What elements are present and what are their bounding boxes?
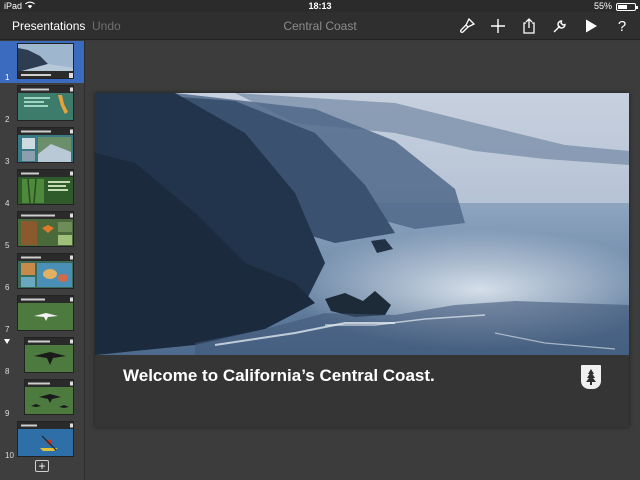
slide-thumbnail-2[interactable]: 2 [0, 83, 84, 125]
slide-thumbnail-9[interactable]: 9 [0, 377, 84, 419]
thumbnail-image [24, 337, 74, 373]
slide-thumbnail-8[interactable]: 8 [0, 335, 84, 377]
coastline-photo [95, 93, 629, 355]
slide-number: 1 [5, 73, 10, 82]
slide-number: 10 [5, 451, 14, 460]
thumbnail-image [17, 211, 74, 247]
wrench-icon[interactable] [550, 16, 570, 36]
toolbar: Presentations Undo Central Coast ? [0, 12, 640, 40]
slide-number: 9 [5, 409, 10, 418]
thumbnail-image [17, 295, 74, 331]
help-icon[interactable]: ? [612, 16, 632, 36]
slide-number: 4 [5, 199, 10, 208]
slide-number: 3 [5, 157, 10, 166]
slide-navigator[interactable]: 1 2 3 4 5 6 7 8 9 10 + [0, 41, 85, 480]
presentations-button[interactable]: Presentations [12, 19, 85, 33]
slide-number: 5 [5, 241, 10, 250]
slide-thumbnail-6[interactable]: 6 [0, 251, 84, 293]
slide-thumbnail-4[interactable]: 4 [0, 167, 84, 209]
add-slide-button[interactable]: + [35, 460, 49, 472]
thumbnail-image [17, 85, 74, 121]
tree-logo-icon [581, 365, 601, 389]
slide-title[interactable]: Welcome to California’s Central Coast. [123, 366, 435, 386]
thumbnail-image [24, 379, 74, 415]
battery-percent: 55% [593, 1, 612, 11]
battery-level [618, 5, 627, 9]
slide-thumbnail-10[interactable]: 10 [0, 419, 84, 461]
share-icon[interactable] [519, 16, 539, 36]
thumbnail-image [17, 169, 74, 205]
thumbnail-image [17, 43, 74, 79]
keynote-screen: iPad 18:13 55% Presentations Undo Centra… [0, 0, 640, 480]
thumbnail-image [17, 421, 74, 457]
slide-thumbnail-1[interactable]: 1 [0, 41, 84, 83]
thumbnail-image [17, 127, 74, 163]
slide-thumbnail-7[interactable]: 7 [0, 293, 84, 335]
battery-icon [616, 3, 638, 11]
plus-icon[interactable] [488, 16, 508, 36]
play-icon[interactable] [581, 16, 601, 36]
format-brush-icon[interactable] [457, 16, 477, 36]
current-slide[interactable]: Welcome to California’s Central Coast. [95, 93, 629, 427]
status-bar: iPad 18:13 55% [0, 0, 640, 12]
slide-number: 2 [5, 115, 10, 124]
undo-button[interactable]: Undo [92, 19, 121, 33]
status-time: 18:13 [308, 1, 332, 11]
slide-number: 8 [5, 367, 10, 376]
slide-number: 7 [5, 325, 10, 334]
thumbnail-image [17, 253, 74, 289]
slide-number: 6 [5, 283, 10, 292]
slide-thumbnail-3[interactable]: 3 [0, 125, 84, 167]
slide-thumbnail-5[interactable]: 5 [0, 209, 84, 251]
